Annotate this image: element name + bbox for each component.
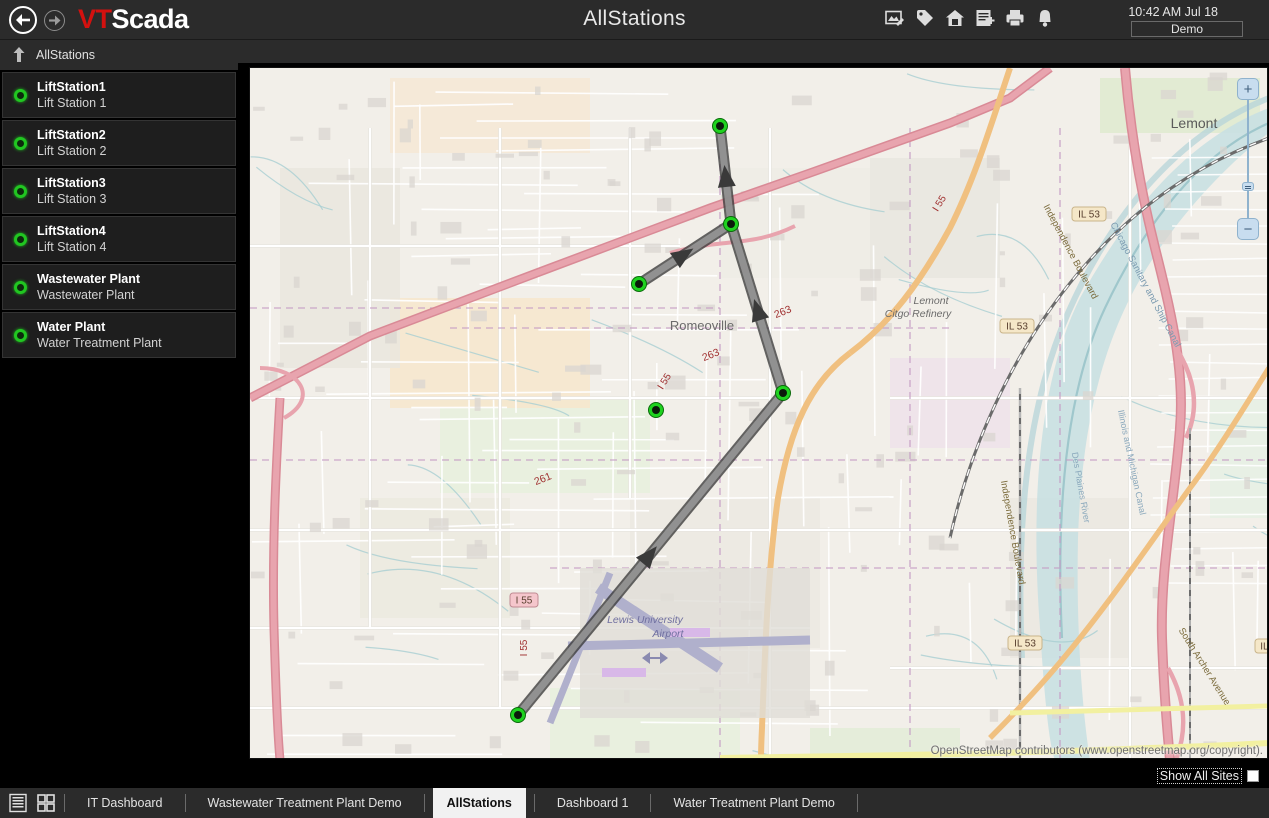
taskbar-tab[interactable]: IT Dashboard <box>73 788 177 818</box>
station-name: Water Plant <box>37 319 106 334</box>
station-name: LiftStation1 <box>37 79 106 94</box>
station-list-item[interactable]: LiftStation3 Lift Station 3 <box>2 168 236 214</box>
station-description: Wastewater Plant <box>37 287 135 302</box>
taskbar-divider <box>184 794 186 812</box>
clock: 10:42 AM Jul 18 <box>1128 5 1218 19</box>
report-add-icon[interactable] <box>975 8 995 28</box>
station-list-item[interactable]: Water Plant Water Treatment Plant <box>2 312 236 358</box>
show-all-sites-control[interactable]: Show All Sites <box>1156 767 1259 784</box>
map-panel: IL 53IL 53IL 53IL 7IL 171IL 171I 355I 55… <box>238 63 1269 788</box>
taskbar-tabs: IT Dashboard Wastewater Treatment Plant D… <box>73 788 866 818</box>
station-description: Lift Station 1 <box>37 95 107 110</box>
station-description: Lift Station 2 <box>37 143 107 158</box>
map-station-marker <box>510 707 526 723</box>
zoom-slider-track[interactable] <box>1247 100 1249 224</box>
tag-icon[interactable] <box>915 8 935 28</box>
station-name: Wastewater Plant <box>37 271 141 286</box>
station-list: LiftStation1 Lift Station 1 LiftStation2 Li… <box>0 70 238 788</box>
map-attribution[interactable]: OpenStreetMap contributors (www.openstre… <box>931 745 1263 757</box>
map-place-label: Airport <box>652 628 685 640</box>
taskbar: IT Dashboard Wastewater Treatment Plant D… <box>0 788 1269 818</box>
show-all-sites-label: Show All Sites <box>1156 767 1242 784</box>
taskbar-tab[interactable]: Water Treatment Plant Demo <box>659 788 848 818</box>
printer-icon[interactable] <box>1005 8 1025 28</box>
map-place-label: Lemont <box>1171 115 1218 131</box>
station-name: LiftStation3 <box>37 175 106 190</box>
breadcrumb[interactable]: AllStations <box>36 48 95 62</box>
map-station-marker <box>775 385 791 401</box>
status-led <box>14 232 27 246</box>
up-arrow-icon[interactable] <box>10 46 28 64</box>
svg-text:I 55: I 55 <box>516 596 533 607</box>
taskbar-tab[interactable]: Wastewater Treatment Plant Demo <box>194 788 416 818</box>
svg-text:IL 53: IL 53 <box>1006 322 1028 333</box>
grid-view-icon[interactable] <box>36 793 56 813</box>
map-place-label: Lewis University <box>607 614 684 626</box>
road-shield: IL 53 <box>1007 635 1043 651</box>
taskbar-divider <box>856 794 858 812</box>
svg-text:IL 171: IL 171 <box>1260 642 1268 653</box>
map-canvas[interactable]: IL 53IL 53IL 53IL 7IL 171IL 171I 355I 55… <box>249 67 1268 759</box>
title-bar: VTScada AllStations 10:42 AM Jul 18 Demo <box>0 0 1269 39</box>
zoom-in-button[interactable]: + <box>1237 78 1259 100</box>
station-description: Water Treatment Plant <box>37 335 162 350</box>
taskbar-tab[interactable]: Dashboard 1 <box>543 788 643 818</box>
vtscada-window: VTScada AllStations 10:42 AM Jul 18 Demo… <box>0 0 1269 818</box>
status-led <box>14 328 27 342</box>
map-zoom-control: + − <box>1237 78 1259 240</box>
zoom-slider-handle[interactable] <box>1242 182 1254 191</box>
svg-text:IL 53: IL 53 <box>1014 639 1036 650</box>
map-station-marker <box>712 118 728 134</box>
map-place-label: Romeoville <box>670 318 734 333</box>
taskbar-divider <box>64 794 65 812</box>
header-icon-group <box>885 8 1055 28</box>
road-shield: IL 53 <box>1071 206 1107 222</box>
station-list-item[interactable]: Wastewater Plant Wastewater Plant <box>2 264 236 310</box>
station-list-item[interactable]: LiftStation2 Lift Station 2 <box>2 120 236 166</box>
status-led <box>14 136 27 150</box>
page-title: AllStations <box>583 7 686 30</box>
map-road-label: I 55 <box>519 639 530 656</box>
station-description: Lift Station 3 <box>37 191 107 206</box>
bell-icon[interactable] <box>1035 8 1055 28</box>
station-description: Lift Station 4 <box>37 239 107 254</box>
station-name: LiftStation4 <box>37 223 106 238</box>
show-all-sites-checkbox[interactable] <box>1247 769 1259 782</box>
taskbar-tab[interactable]: AllStations <box>432 788 526 818</box>
taskbar-divider <box>423 794 425 812</box>
road-shield: IL 171 <box>1254 638 1268 654</box>
status-led <box>14 88 27 102</box>
station-name: LiftStation2 <box>37 127 106 142</box>
map-station-marker <box>648 402 664 418</box>
map-station-marker <box>723 216 739 232</box>
account-badge[interactable]: Demo <box>1131 21 1243 37</box>
status-led <box>14 184 27 198</box>
map-tiles: IL 53IL 53IL 53IL 7IL 171IL 171I 355I 55… <box>250 68 1268 758</box>
taskbar-divider <box>650 794 652 812</box>
svg-text:IL 53: IL 53 <box>1078 210 1100 221</box>
edit-image-icon[interactable] <box>885 8 905 28</box>
status-led <box>14 280 27 294</box>
zoom-out-button[interactable]: − <box>1237 218 1259 240</box>
road-shield: I 55 <box>509 592 539 608</box>
home-icon[interactable] <box>945 8 965 28</box>
station-list-item[interactable]: LiftStation1 Lift Station 1 <box>2 72 236 118</box>
list-view-icon[interactable] <box>8 793 28 813</box>
map-place-label: Lemont <box>913 295 949 307</box>
taskbar-divider <box>533 794 535 812</box>
station-list-item[interactable]: LiftStation4 Lift Station 4 <box>2 216 236 262</box>
road-shield: IL 53 <box>999 318 1035 334</box>
map-place-label: Citgo Refinery <box>885 308 952 320</box>
map-station-marker <box>631 276 647 292</box>
